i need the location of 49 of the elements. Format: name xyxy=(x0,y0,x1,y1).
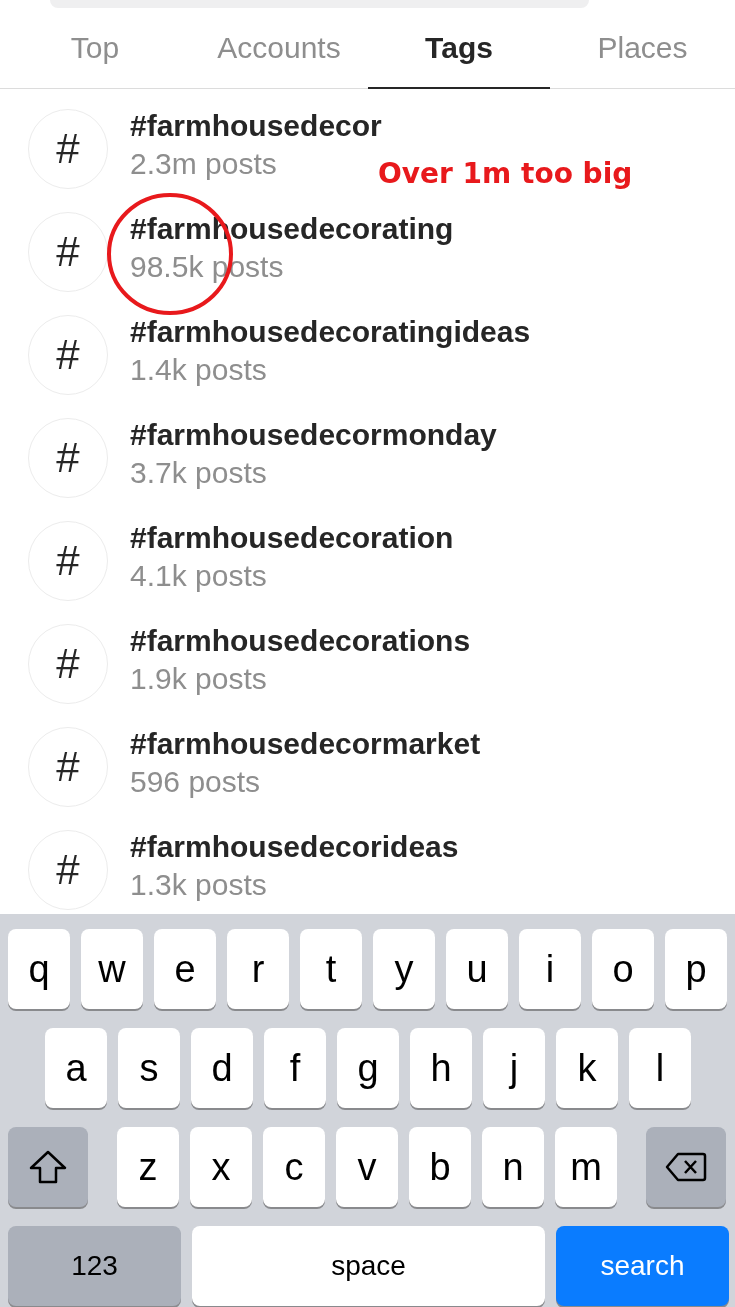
letter-key[interactable]: e xyxy=(154,929,216,1009)
letter-key[interactable]: f xyxy=(264,1028,326,1108)
letter-key[interactable]: p xyxy=(665,929,727,1009)
shift-key[interactable] xyxy=(8,1127,88,1207)
letter-key[interactable]: n xyxy=(482,1127,544,1207)
annotation-note: Over 1m too big xyxy=(378,157,633,190)
tab[interactable]: Tags xyxy=(368,8,550,89)
hashtag-title[interactable]: #farmhousedecoration xyxy=(130,520,454,555)
letter-key[interactable]: w xyxy=(81,929,143,1009)
letter-key[interactable]: y xyxy=(373,929,435,1009)
letter-key[interactable]: x xyxy=(190,1127,252,1207)
letter-key[interactable]: s xyxy=(118,1028,180,1108)
letter-key[interactable]: h xyxy=(410,1028,472,1108)
post-count: 4.1k posts xyxy=(130,558,268,593)
hashtag-title[interactable]: #farmhousedecormonday xyxy=(130,417,497,452)
letter-key[interactable]: j xyxy=(483,1028,545,1108)
post-count: 2.3m posts xyxy=(130,146,278,181)
hashtag-title[interactable]: #farmhousedecorations xyxy=(130,623,471,658)
backspace-key[interactable] xyxy=(646,1127,726,1207)
hashtag-title[interactable]: #farmhousedecor xyxy=(130,108,382,143)
letter-key[interactable]: k xyxy=(556,1028,618,1108)
post-count: 1.4k posts xyxy=(130,352,268,387)
numbers-key[interactable]: 123 xyxy=(8,1226,181,1306)
shift-icon xyxy=(29,1150,67,1184)
letter-key[interactable]: c xyxy=(263,1127,325,1207)
search-key[interactable]: search xyxy=(556,1226,729,1306)
letter-key[interactable]: m xyxy=(555,1127,617,1207)
letter-key[interactable]: t xyxy=(300,929,362,1009)
post-count: 596 posts xyxy=(130,764,262,799)
backspace-icon xyxy=(665,1152,707,1182)
letter-key[interactable]: g xyxy=(337,1028,399,1108)
letter-key[interactable]: q xyxy=(8,929,70,1009)
letter-key[interactable]: b xyxy=(409,1127,471,1207)
hashtag-title[interactable]: #farmhousedecorideas xyxy=(130,829,459,864)
post-count: 1.3k posts xyxy=(130,867,268,902)
letter-key[interactable]: a xyxy=(45,1028,107,1108)
letter-key[interactable]: r xyxy=(227,929,289,1009)
letter-key[interactable]: v xyxy=(336,1127,398,1207)
space-key[interactable]: space xyxy=(192,1226,545,1306)
letter-key[interactable]: o xyxy=(592,929,654,1009)
post-count: 3.7k posts xyxy=(130,455,268,490)
letter-key[interactable]: l xyxy=(629,1028,691,1108)
letter-key[interactable]: u xyxy=(446,929,508,1009)
letter-key[interactable]: z xyxy=(117,1127,179,1207)
letter-key[interactable]: i xyxy=(519,929,581,1009)
letter-key[interactable]: d xyxy=(191,1028,253,1108)
hashtag-title[interactable]: #farmhousedecormarket xyxy=(130,726,481,761)
hashtag-title[interactable]: #farmhousedecoratingideas xyxy=(130,314,531,349)
post-count: 1.9k posts xyxy=(130,661,268,696)
